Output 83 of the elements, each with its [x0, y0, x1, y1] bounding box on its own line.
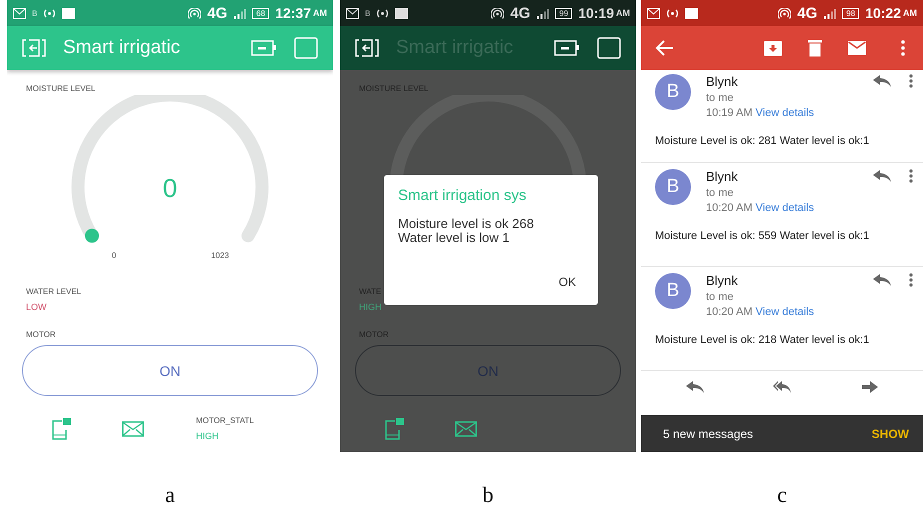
motor-button[interactable]: ON: [22, 345, 318, 396]
reply-icon[interactable]: [873, 170, 891, 182]
sender-name: Blynk: [706, 169, 739, 184]
message-body: Moisture Level is ok: 559 Water level is ok:1: [655, 230, 870, 242]
ok-button[interactable]: OK: [556, 273, 578, 291]
reply-icon[interactable]: [873, 75, 891, 87]
network-type: 4G: [510, 4, 530, 22]
hotspot-icon: [778, 8, 792, 18]
water-level-label: WATER LEVEL: [26, 287, 82, 296]
mail-icon: [647, 8, 660, 18]
gauge-max: 1023: [211, 251, 229, 260]
dialog-message: Moisture level is ok 268 Water level is low 1: [398, 217, 535, 245]
recipient: to me: [706, 187, 735, 199]
figure-caption: b: [482, 482, 494, 508]
more-icon[interactable]: [909, 74, 913, 88]
reply-icon[interactable]: [686, 381, 704, 393]
recipient: to me: [706, 291, 735, 303]
clock-time: 12:37: [275, 5, 311, 21]
message-body: Moisture Level is ok: 281 Water level is ok:1: [655, 135, 870, 147]
view-details-link[interactable]: View details: [756, 306, 814, 318]
app-title: Smart irrigatic: [63, 37, 182, 59]
message-time: 10:19 AM: [706, 107, 754, 119]
envelope-icon[interactable]: [847, 39, 867, 57]
network-type: 4G: [797, 4, 818, 22]
broadcast-icon: [43, 8, 56, 18]
mail-icon: [13, 8, 26, 18]
gauge-label: MOISTURE LEVEL: [26, 84, 96, 93]
clock-meridiem: AM: [903, 8, 917, 18]
clock-time: 10:19: [578, 5, 614, 21]
exit-icon[interactable]: [354, 37, 380, 59]
square-icon: [395, 8, 408, 18]
battery-level: 68: [252, 8, 270, 18]
view-details-link[interactable]: View details: [756, 107, 814, 119]
motor-status-label: MOTOR_STATL: [196, 416, 254, 425]
message-body: Moisture Level is ok: 218 Water level is ok:1: [655, 334, 870, 346]
mail-icon: [346, 8, 359, 18]
trash-icon[interactable]: [805, 39, 825, 57]
motor-label: MOTOR: [26, 330, 56, 339]
broadcast-icon: [376, 8, 390, 18]
back-arrow-icon[interactable]: [655, 39, 675, 57]
gauge-min: 0: [112, 251, 116, 260]
signal-icon: [823, 8, 836, 18]
signal-icon: [536, 8, 550, 18]
notification-letter: B: [32, 8, 38, 18]
square-icon: [62, 8, 76, 18]
clock-time: 10:22: [865, 5, 901, 21]
figure-caption: a: [165, 482, 175, 508]
hotspot-icon: [491, 8, 504, 18]
dialog-title: Smart irrigation sys: [398, 187, 528, 204]
sender-avatar: B: [655, 273, 691, 309]
sender-avatar: B: [655, 169, 691, 205]
signal-icon: [233, 8, 246, 18]
forward-icon[interactable]: [860, 381, 878, 393]
phone-notification-icon[interactable]: [383, 418, 405, 440]
water-level-value: LOW: [26, 302, 47, 312]
clock-meridiem: AM: [313, 8, 327, 18]
recipient: to me: [706, 92, 735, 104]
message-time: 10:20 AM: [706, 202, 754, 214]
battery-level: 99: [555, 8, 572, 18]
square-icon: [685, 8, 698, 18]
sender-avatar: B: [655, 74, 691, 110]
figure-caption: c: [777, 482, 787, 508]
more-icon[interactable]: [909, 273, 913, 287]
water-level-value: HIGH: [359, 302, 382, 312]
motor-status-value: HIGH: [196, 431, 220, 441]
show-button[interactable]: SHOW: [872, 426, 909, 440]
network-type: 4G: [207, 4, 228, 22]
square-icon[interactable]: [596, 37, 622, 59]
message-time: 10:20 AM: [706, 306, 754, 318]
reply-icon[interactable]: [873, 274, 891, 286]
clock-meridiem: AM: [616, 8, 630, 18]
archive-icon[interactable]: [763, 39, 783, 57]
view-details-link[interactable]: View details: [756, 202, 814, 214]
gauge-value: 0: [162, 173, 178, 203]
battery-level: 98: [842, 8, 860, 18]
snackbar-message: 5 new messages: [663, 426, 754, 440]
reply-all-icon[interactable]: [772, 381, 791, 393]
broadcast-icon: [666, 8, 679, 18]
sender-name: Blynk: [706, 273, 739, 288]
hotspot-icon: [188, 8, 202, 18]
sender-name: Blynk: [706, 74, 739, 89]
notification-letter: B: [365, 8, 370, 18]
more-icon[interactable]: [909, 169, 913, 183]
